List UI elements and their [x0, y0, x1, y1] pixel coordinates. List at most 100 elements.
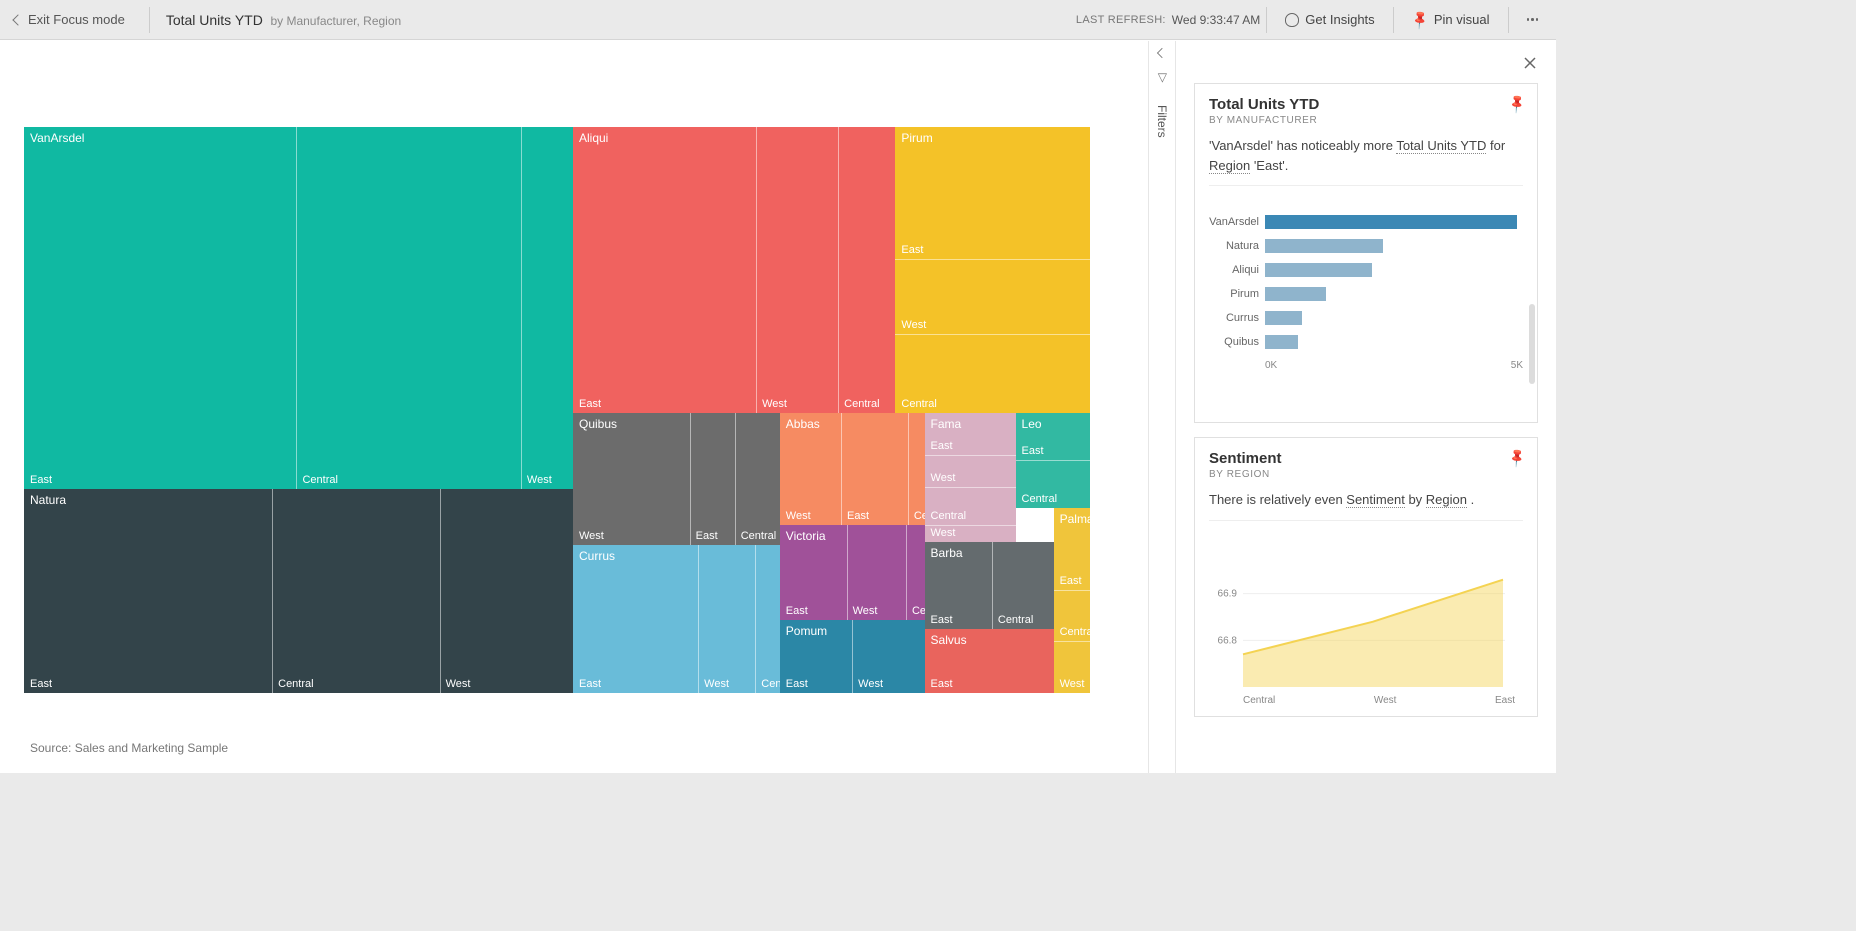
treemap-node-salvus[interactable]: EastSalvus: [925, 629, 1054, 693]
treemap-subregion[interactable]: Central: [735, 413, 780, 545]
treemap-subregion[interactable]: Central: [838, 127, 895, 413]
treemap-subregion[interactable]: West: [698, 545, 755, 693]
treemap-subregion[interactable]: Central: [906, 525, 925, 620]
treemap-node-abbas[interactable]: WestEastCentralAbbas: [780, 413, 925, 525]
treemap-subregion-label: East: [786, 605, 808, 617]
treemap-node-natura[interactable]: EastCentralWest Natura: [24, 489, 573, 693]
separator: [1393, 7, 1394, 33]
treemap-subregion[interactable]: West: [573, 413, 690, 545]
treemap-node-palma[interactable]: EastCentralWestPalma: [1054, 508, 1090, 693]
treemap-node-fama[interactable]: EastWestCentralWestFama: [925, 413, 1016, 542]
filters-rail[interactable]: ◁ Filters: [1148, 41, 1176, 773]
treemap-subregion-label: West: [762, 398, 787, 410]
insight-card-title: Sentiment: [1209, 450, 1523, 467]
bar-row: Pirum: [1209, 282, 1523, 306]
bar-segment[interactable]: [1265, 287, 1326, 301]
treemap-node-label: Victoria: [786, 529, 826, 543]
close-insights-button[interactable]: [1522, 55, 1538, 74]
treemap-subregion[interactable]: Central: [272, 489, 439, 693]
treemap-subregion[interactable]: Central: [895, 334, 1090, 412]
treemap-subregion[interactable]: East: [573, 545, 698, 693]
treemap-subregion-label: East: [931, 440, 953, 452]
bar-label: Quibus: [1209, 336, 1265, 348]
treemap-subregion[interactable]: West: [1054, 641, 1090, 692]
treemap-node-label: Salvus: [931, 633, 967, 647]
treemap-subregion-label: East: [579, 678, 601, 690]
treemap-subregion[interactable]: West: [925, 525, 1016, 542]
treemap-subregion[interactable]: Central: [908, 413, 925, 525]
treemap-subregion-label: West: [931, 527, 956, 539]
bar-segment[interactable]: [1265, 239, 1383, 253]
treemap-node-pirum[interactable]: EastWestCentralPirum: [895, 127, 1090, 413]
exit-focus-label: Exit Focus mode: [28, 12, 125, 27]
link-total-units[interactable]: Total Units YTD: [1396, 138, 1486, 154]
bar-label: VanArsdel: [1209, 216, 1265, 228]
treemap-visual[interactable]: EastCentralWestVanArsdelEastCentralWestN…: [24, 127, 1090, 693]
bar-row: Currus: [1209, 306, 1523, 330]
treemap-node-currus[interactable]: EastWestCentralCurrus: [573, 545, 780, 693]
megaphone-icon: ◁: [1155, 73, 1169, 82]
treemap-node-victoria[interactable]: East WestCentral Victoria: [780, 525, 925, 620]
treemap-subregion[interactable]: Central: [992, 542, 1054, 629]
chevron-left-icon[interactable]: [1157, 48, 1167, 58]
bar-segment[interactable]: [1265, 335, 1298, 349]
treemap-node-barba[interactable]: EastCentralBarba: [925, 542, 1054, 629]
treemap-node-pomum[interactable]: EastWestPomum: [780, 620, 925, 693]
treemap-subregion[interactable]: West: [847, 525, 906, 620]
pin-card-button[interactable]: 📌: [1509, 450, 1525, 466]
treemap-subregion[interactable]: West: [521, 127, 573, 489]
axis-tick: Central: [1243, 695, 1275, 706]
treemap-subregion-label: Central: [741, 530, 776, 542]
treemap-subregion[interactable]: Central: [1054, 590, 1090, 641]
area-chart-axis: CentralWestEast: [1209, 691, 1523, 706]
bar-segment[interactable]: [1265, 215, 1517, 229]
link-region[interactable]: Region: [1426, 492, 1467, 508]
pin-visual-label: Pin visual: [1434, 12, 1490, 27]
treemap-subregion-label: East: [696, 530, 718, 542]
insight-card-sentiment[interactable]: 📌 Sentiment BY REGION There is relativel…: [1194, 437, 1538, 717]
link-region[interactable]: Region: [1209, 158, 1250, 174]
treemap-subregion[interactable]: West: [895, 259, 1090, 335]
pin-card-button[interactable]: 📌: [1509, 96, 1525, 112]
separator: [1508, 7, 1509, 33]
treemap-node-label: Barba: [931, 546, 963, 560]
get-insights-button[interactable]: Get Insights: [1273, 8, 1386, 31]
bar-segment[interactable]: [1265, 311, 1302, 325]
bar-row: Aliqui: [1209, 258, 1523, 282]
exit-focus-button[interactable]: Exit Focus mode: [6, 8, 133, 31]
top-bar: Exit Focus mode Total Units YTD by Manuf…: [0, 0, 1556, 40]
insight-card-units[interactable]: 📌 Total Units YTD BY MANUFACTURER 'VanAr…: [1194, 83, 1538, 423]
treemap-node-quibus[interactable]: WestEastCentralQuibus: [573, 413, 780, 545]
treemap-subregion[interactable]: Central: [296, 127, 520, 489]
link-sentiment[interactable]: Sentiment: [1346, 492, 1405, 508]
treemap-subregion[interactable]: East: [573, 127, 756, 413]
get-insights-label: Get Insights: [1305, 12, 1374, 27]
treemap-subregion[interactable]: West: [756, 127, 838, 413]
treemap-subregion-label: East: [1022, 445, 1044, 457]
treemap-subregion[interactable]: East: [24, 127, 296, 489]
treemap-subregion[interactable]: West: [925, 455, 1016, 487]
content-area: EastCentralWestVanArsdelEastCentralWestN…: [0, 40, 1556, 773]
treemap-node-leo[interactable]: EastCentralLeo: [1016, 413, 1090, 508]
more-options-button[interactable]: [1515, 14, 1551, 25]
treemap-node-label: Natura: [30, 493, 66, 507]
treemap-subregion[interactable]: Central: [1016, 460, 1090, 508]
treemap-subregion-label: West: [579, 530, 604, 542]
treemap-subregion-label: Central: [761, 678, 779, 690]
bar-segment[interactable]: [1265, 263, 1372, 277]
app-root: Exit Focus mode Total Units YTD by Manuf…: [0, 0, 1556, 773]
treemap-subregion-label: East: [786, 678, 808, 690]
treemap-subregion[interactable]: West: [852, 620, 924, 693]
treemap-subregion[interactable]: Central: [755, 545, 779, 693]
scrollbar-thumb[interactable]: [1529, 304, 1535, 384]
treemap-subregion[interactable]: East: [895, 127, 1090, 259]
treemap-node-aliqui[interactable]: EastWestCentralAliqui: [573, 127, 895, 413]
treemap-subregion[interactable]: West: [440, 489, 573, 693]
pin-visual-button[interactable]: 📌 Pin visual: [1400, 8, 1502, 32]
treemap-subregion[interactable]: Central: [925, 487, 1016, 525]
treemap-subregion-label: West: [931, 472, 956, 484]
treemap-node-vanarsdel[interactable]: EastCentralWestVanArsdel: [24, 127, 573, 489]
treemap-subregion[interactable]: East: [841, 413, 908, 525]
treemap-subregion[interactable]: East: [24, 489, 272, 693]
treemap-subregion[interactable]: East: [690, 413, 735, 545]
